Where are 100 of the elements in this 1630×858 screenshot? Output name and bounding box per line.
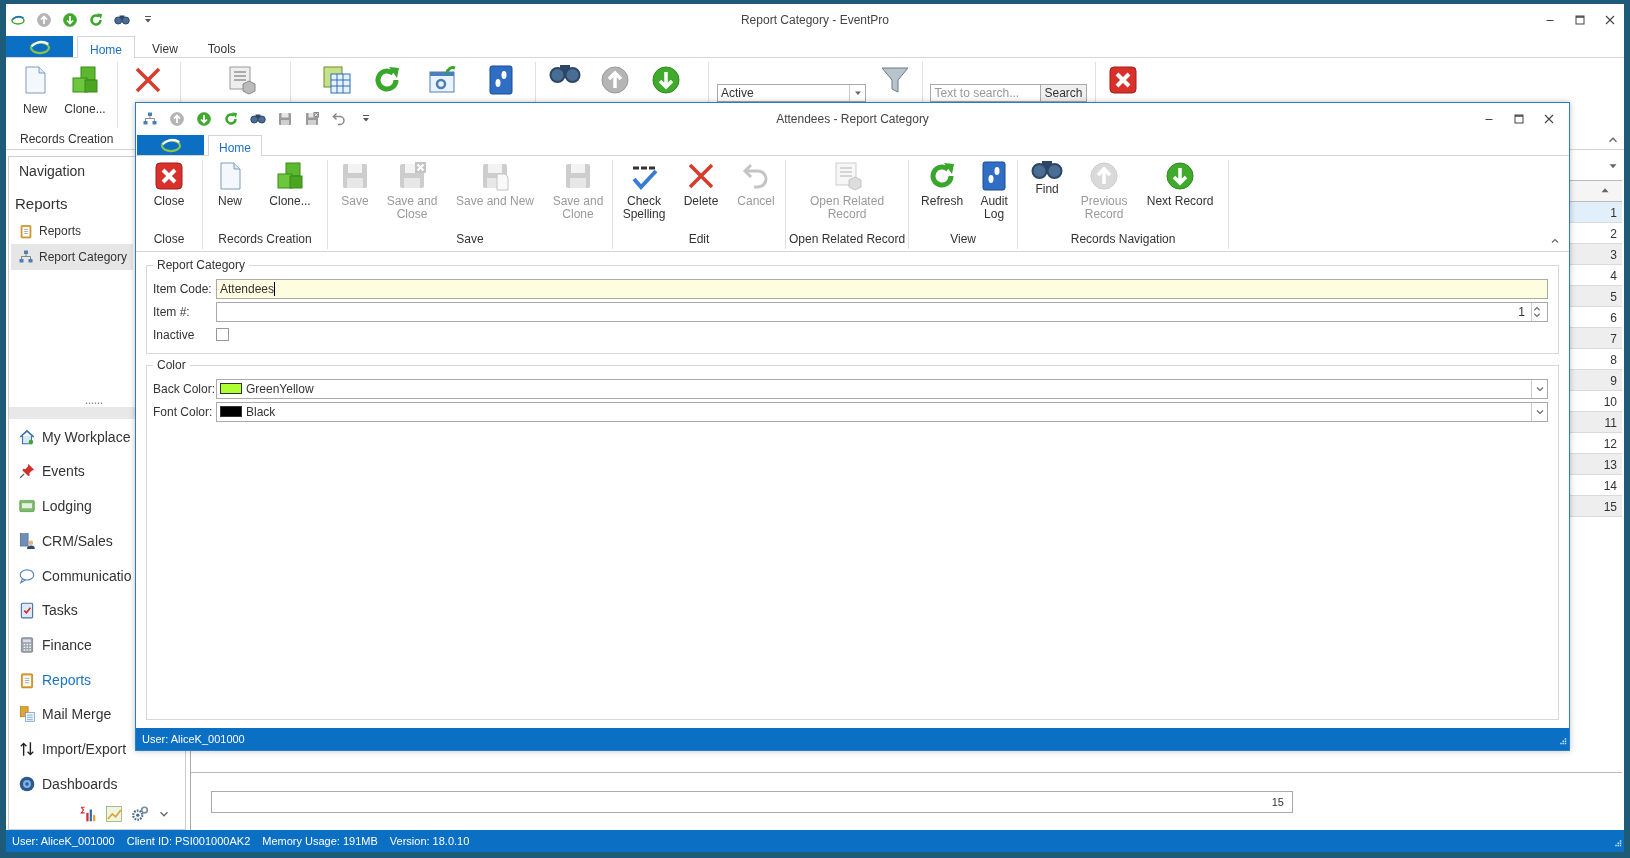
- cubes-icon: [69, 64, 101, 96]
- ribbon-tab[interactable]: Home: [77, 36, 135, 58]
- group-label: Open Related Record: [789, 232, 906, 248]
- row-number-cell[interactable]: 13: [1568, 454, 1622, 475]
- mail-merge-icon: [18, 705, 36, 724]
- module-item[interactable]: Dashboards: [9, 766, 134, 801]
- ribbon-button[interactable]: Refresh: [912, 160, 973, 232]
- ribbon-button[interactable]: New: [206, 160, 254, 232]
- section-title: Color: [156, 358, 187, 372]
- checkbox[interactable]: [216, 328, 229, 341]
- calculator-icon: [18, 635, 36, 654]
- group-label: Save: [456, 232, 484, 248]
- ribbon-button[interactable]: Audit Log: [974, 160, 1015, 232]
- ribbon-button[interactable]: Delete: [674, 160, 728, 232]
- field-label: Item Code:: [153, 281, 213, 296]
- row-number-cell[interactable]: 7: [1568, 328, 1622, 349]
- row-number-cell[interactable]: 5: [1568, 286, 1622, 307]
- ribbon-button[interactable]: Clone...: [256, 160, 324, 232]
- app-menu-button[interactable]: [137, 135, 204, 155]
- field-label: Item #:: [153, 304, 191, 319]
- group-label: Records Creation: [218, 232, 312, 248]
- building-person-icon: [18, 531, 36, 550]
- section-title: Reports: [14, 194, 69, 214]
- field-label: Back Color:: [153, 381, 216, 396]
- field-label: Font Color:: [153, 404, 214, 419]
- binoculars-icon: [549, 64, 581, 84]
- ribbon-tab[interactable]: Home: [208, 135, 262, 156]
- hierarchy-icon: [18, 249, 34, 265]
- module-item[interactable]: Communicatio: [9, 558, 134, 593]
- status-text: Version: 18.0.10: [389, 835, 470, 847]
- module-item[interactable]: Import/Export: [9, 731, 134, 767]
- house-icon: [18, 427, 36, 446]
- up-down-arrows-icon: [18, 739, 36, 758]
- search-button[interactable]: Search: [1041, 84, 1087, 102]
- row-number-cell[interactable]: 3: [1568, 244, 1622, 265]
- app-menu-button[interactable]: [6, 36, 73, 57]
- ribbon-tab[interactable]: View: [139, 36, 191, 57]
- funnel-icon: [879, 64, 911, 96]
- group-label: Close: [153, 232, 185, 248]
- module-item[interactable]: My Workplace: [9, 419, 134, 455]
- speech-bubble-icon: [18, 566, 36, 585]
- undo-icon[interactable]: [331, 111, 347, 127]
- gears-icon[interactable]: [131, 805, 149, 823]
- maximize-icon[interactable]: [1572, 12, 1588, 28]
- bar-chart-icon[interactable]: [79, 805, 97, 823]
- clipboard-icon: [18, 670, 36, 689]
- module-item[interactable]: Finance: [9, 627, 134, 663]
- status-text: User: AliceK_001000: [142, 733, 245, 745]
- checklist-icon: [18, 601, 36, 620]
- module-item[interactable]: Mail Merge: [9, 696, 134, 732]
- row-number-cell[interactable]: 15: [1568, 496, 1622, 517]
- dashboard-icon: [18, 774, 36, 793]
- row-number-cell[interactable]: 9: [1568, 370, 1622, 391]
- line-chart-icon[interactable]: [105, 805, 123, 823]
- close-icon: [1107, 64, 1139, 96]
- close-icon: [153, 160, 185, 192]
- module-item[interactable]: Lodging: [9, 488, 134, 524]
- field-label: Inactive: [153, 327, 196, 342]
- ribbon-tab[interactable]: Tools: [194, 36, 249, 57]
- ribbon-button[interactable]: Clone...: [60, 62, 110, 116]
- binoculars-icon[interactable]: [114, 15, 130, 25]
- hierarchy-icon[interactable]: [142, 111, 158, 127]
- group-label: View: [950, 232, 976, 248]
- pushpin-icon: [18, 462, 36, 481]
- section-title: Report Category: [156, 258, 247, 272]
- status-text: Memory Usage: 191MB: [262, 835, 378, 847]
- module-item[interactable]: Tasks: [9, 592, 134, 628]
- group-label: Records Navigation: [1070, 232, 1176, 248]
- text-field[interactable]: Attendees: [216, 278, 1548, 299]
- refresh-icon[interactable]: [223, 111, 239, 127]
- binoculars-icon: [1031, 160, 1064, 180]
- module-item[interactable]: Reports: [9, 662, 134, 697]
- ribbon-button[interactable]: Next Record: [1135, 160, 1226, 232]
- spreadsheet-icon: [321, 64, 353, 96]
- row-number-cell[interactable]: 1: [1568, 202, 1622, 223]
- ribbon-button[interactable]: Check Spelling: [616, 160, 672, 232]
- number-field[interactable]: 1: [216, 301, 1548, 322]
- status-text: Client ID: PSI001000AK2: [126, 835, 251, 847]
- module-item[interactable]: Events: [9, 454, 134, 489]
- group-label: Records Creation: [20, 132, 114, 146]
- nav-item[interactable]: Reports: [11, 218, 133, 244]
- ribbon-button[interactable]: Find: [1021, 160, 1074, 232]
- window-title: Report Category - EventPro: [740, 13, 890, 27]
- color-dropdown[interactable]: GreenYellow: [216, 378, 1548, 399]
- window-title: Attendees - Report Category: [776, 112, 929, 126]
- nav-item[interactable]: Report Category: [11, 244, 133, 270]
- module-item[interactable]: CRM/Sales: [9, 523, 134, 559]
- group-label: Edit: [688, 232, 710, 248]
- total-field: 15: [211, 790, 1293, 813]
- binoculars-icon[interactable]: [250, 114, 266, 124]
- status-text: User: AliceK_001000: [12, 835, 115, 847]
- row-number-cell[interactable]: 11: [1568, 412, 1622, 433]
- maximize-icon[interactable]: [1511, 111, 1527, 127]
- ribbon-button[interactable]: Close: [139, 160, 199, 232]
- panel-title: Navigation: [18, 162, 87, 181]
- clipboard-icon: [18, 223, 34, 239]
- cubes-icon: [274, 160, 306, 192]
- color-dropdown[interactable]: Black: [216, 401, 1548, 422]
- refresh-icon[interactable]: [88, 12, 104, 28]
- ribbon-button[interactable]: New: [10, 62, 60, 116]
